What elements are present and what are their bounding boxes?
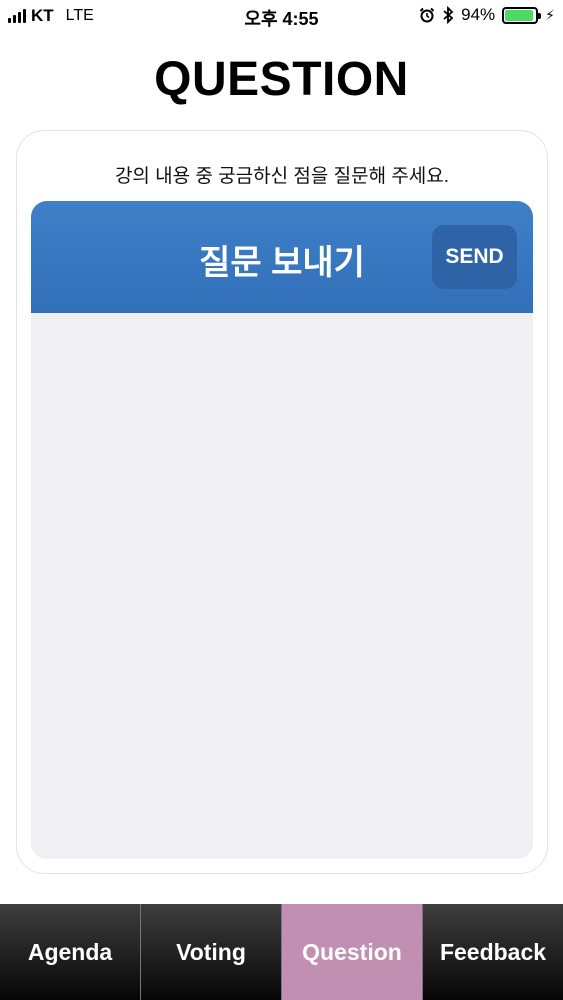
status-bar: KT LTE 오후 4:55 94% ⚡ [0, 0, 563, 34]
status-right: 94% ⚡ [419, 5, 555, 25]
tab-bar: Agenda Voting Question Feedback [0, 904, 563, 1000]
battery-percent: 94% [461, 5, 496, 24]
alarm-icon [419, 7, 435, 23]
page-title: QUESTION [154, 53, 409, 106]
charging-icon: ⚡ [545, 6, 555, 23]
instruction-text: 강의 내용 중 궁금하신 점을 질문해 주세요. [114, 166, 450, 187]
tab-agenda[interactable]: Agenda [0, 904, 141, 1000]
send-button[interactable]: SEND [432, 225, 517, 289]
question-composer: 질문 보내기 SEND [31, 201, 533, 859]
battery-fill [505, 9, 534, 21]
tab-question[interactable]: Question [282, 904, 423, 1000]
tab-voting[interactable]: Voting [141, 904, 282, 1000]
bluetooth-icon [443, 6, 454, 24]
tab-feedback[interactable]: Feedback [423, 904, 563, 1000]
battery-icon [502, 6, 542, 24]
composer-header: 질문 보내기 SEND [31, 201, 533, 313]
question-input[interactable] [31, 313, 533, 859]
question-card: 강의 내용 중 궁금하신 점을 질문해 주세요. 질문 보내기 SEND [16, 130, 548, 874]
